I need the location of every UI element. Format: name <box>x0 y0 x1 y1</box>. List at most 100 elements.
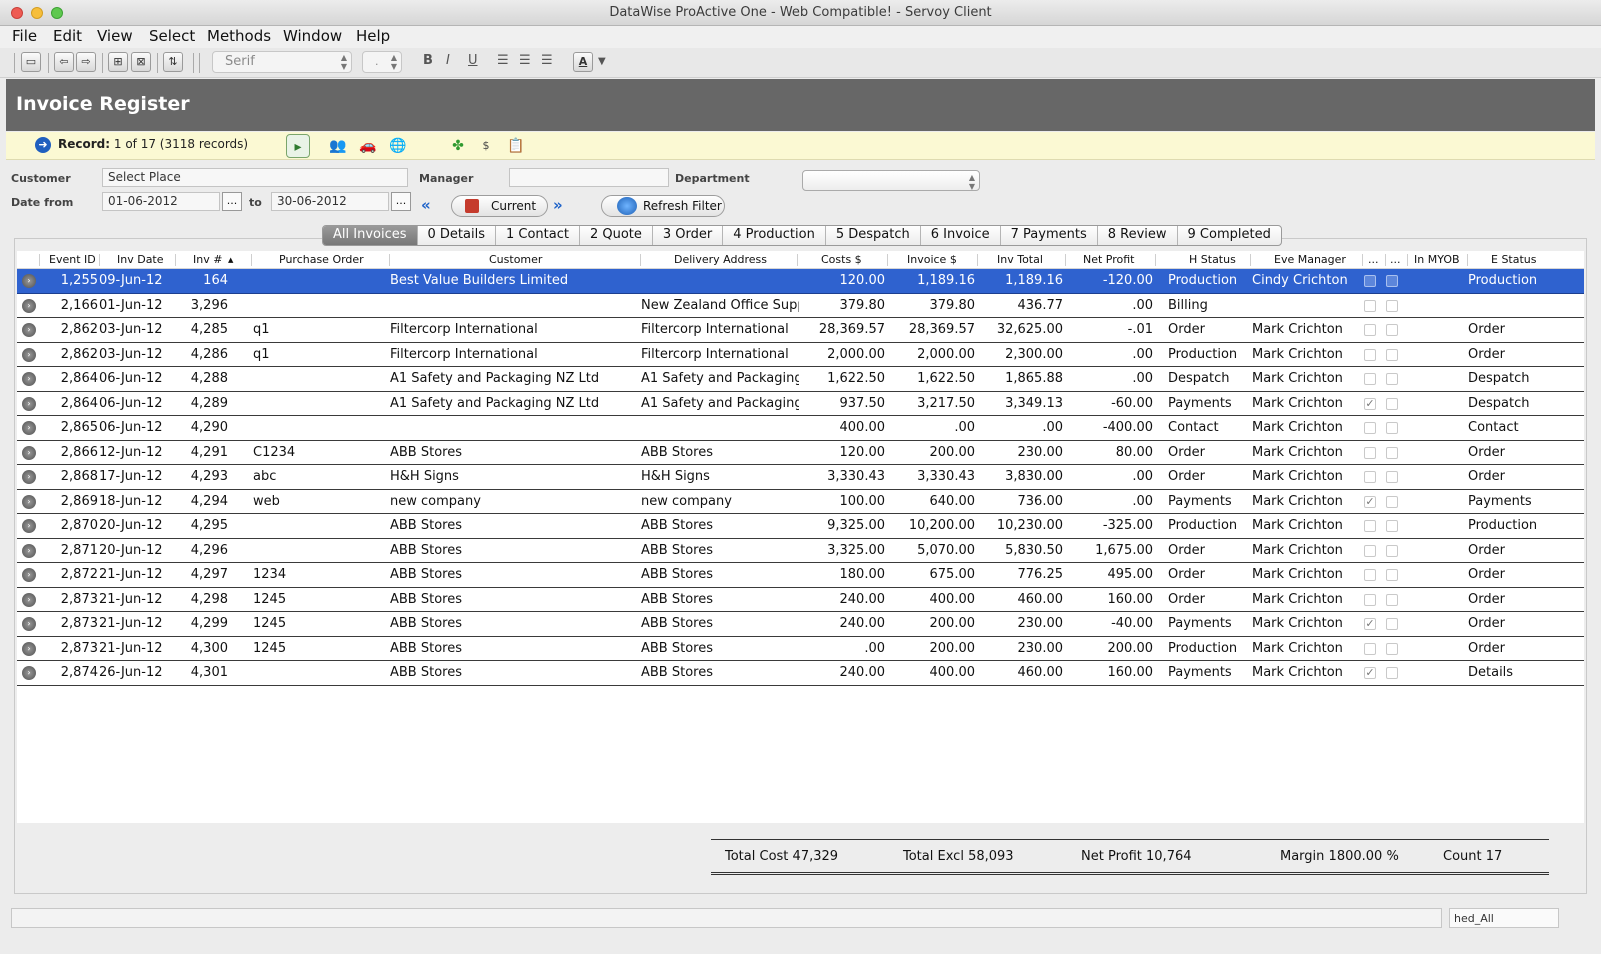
tab-invoice[interactable]: 6 Invoice <box>921 226 1001 245</box>
customer-field[interactable]: Select Place <box>102 168 408 187</box>
row-checkbox[interactable] <box>1364 299 1376 312</box>
row-checkbox[interactable] <box>1364 422 1376 434</box>
align-left-icon[interactable]: ☰ <box>497 53 509 68</box>
menu-methods[interactable]: Methods <box>207 27 271 45</box>
row-open-icon[interactable]: › <box>22 470 36 484</box>
font-family-select[interactable]: Serif ▲ ▼ <box>212 51 352 73</box>
col-costs[interactable]: Costs $ <box>821 253 862 266</box>
tab-contact[interactable]: 1 Contact <box>496 226 580 245</box>
align-center-icon[interactable]: ☰ <box>519 53 531 68</box>
row-open-icon[interactable]: › <box>22 494 36 509</box>
font-size-select[interactable]: . ▲ ▼ <box>362 51 402 73</box>
menu-edit[interactable]: Edit <box>53 27 82 45</box>
current-button[interactable]: Current <box>451 195 548 217</box>
menu-select[interactable]: Select <box>149 27 195 45</box>
row-checkbox[interactable] <box>1386 348 1398 361</box>
row-open-icon[interactable]: › <box>22 298 36 313</box>
table-row[interactable]: › 2,866 12-Jun-12 4,291 C1234 ABB Stores ABB S… <box>17 441 1584 465</box>
row-checkbox[interactable] <box>1386 569 1398 581</box>
row-checkbox[interactable] <box>1386 642 1398 655</box>
tab-production[interactable]: 4 Production <box>723 226 826 245</box>
row-checkbox[interactable] <box>1364 324 1376 336</box>
table-row[interactable]: › 2,864 06-Jun-12 4,289 A1 Safety and Packag… <box>17 392 1584 416</box>
row-checkbox[interactable] <box>1364 446 1376 459</box>
tab-order[interactable]: 3 Order <box>653 226 724 245</box>
table-row[interactable]: › 2,873 21-Jun-12 4,300 1245 ABB Stores ABB St… <box>17 637 1584 661</box>
row-checkbox[interactable] <box>1386 667 1398 679</box>
globe-icon[interactable]: 🌐 <box>386 134 410 158</box>
delete-record-icon[interactable]: ⊠ <box>131 52 151 72</box>
col-purchase-order[interactable]: Purchase Order <box>279 253 364 266</box>
forward-arrow-icon[interactable]: ⇨ <box>76 52 96 72</box>
row-checkbox[interactable] <box>1386 593 1398 606</box>
col-event-id[interactable]: Event ID <box>49 253 96 266</box>
row-open-icon[interactable]: › <box>22 568 36 582</box>
sort-icon[interactable]: ⇅ <box>163 52 183 72</box>
row-open-icon[interactable]: › <box>22 347 36 362</box>
col-flag-1[interactable]: ... <box>1368 253 1379 266</box>
table-row[interactable]: › 2,870 20-Jun-12 4,295 ABB Stores ABB Stores… <box>17 514 1584 539</box>
col-invoice[interactable]: Invoice $ <box>907 253 957 266</box>
row-open-icon[interactable]: › <box>22 592 36 607</box>
table-row[interactable]: › 2,862 03-Jun-12 4,285 q1 Filtercorp Interna… <box>17 318 1584 343</box>
row-checkbox[interactable] <box>1386 397 1398 410</box>
row-open-icon[interactable]: › <box>22 445 36 460</box>
date-from-field[interactable]: 01-06-2012 <box>102 192 220 211</box>
text-color-dropdown-icon[interactable]: ▼ <box>598 56 606 67</box>
italic-button[interactable]: I <box>446 53 450 68</box>
table-row[interactable]: › 2,873 21-Jun-12 4,299 1245 ABB Stores ABB St… <box>17 612 1584 637</box>
row-open-icon[interactable]: › <box>22 421 36 435</box>
row-checkbox[interactable] <box>1386 618 1398 630</box>
row-open-icon[interactable]: › <box>22 323 36 337</box>
col-inv-no[interactable]: Inv # <box>193 253 222 266</box>
table-row[interactable]: › 2,864 06-Jun-12 4,288 A1 Safety and Packag… <box>17 367 1584 392</box>
row-checkbox[interactable] <box>1364 275 1376 287</box>
back-arrow-icon[interactable]: ⇦ <box>54 52 74 72</box>
tab-despatch[interactable]: 5 Despatch <box>826 226 921 245</box>
bold-button[interactable]: B <box>423 53 433 68</box>
tab-details[interactable]: 0 Details <box>418 226 496 245</box>
puzzle-icon[interactable]: ✤ <box>446 134 470 158</box>
row-checkbox[interactable] <box>1386 471 1398 483</box>
menu-view[interactable]: View <box>97 27 133 45</box>
col-customer[interactable]: Customer <box>489 253 542 266</box>
row-checkbox[interactable] <box>1364 593 1376 606</box>
text-color-button[interactable]: A <box>573 52 593 72</box>
table-row[interactable]: › 2,871 20-Jun-12 4,296 ABB Stores ABB Stores… <box>17 539 1584 563</box>
table-row[interactable]: › 1,255 09-Jun-12 164 Best Value Builders Li… <box>17 269 1584 294</box>
row-checkbox[interactable] <box>1364 471 1376 483</box>
menu-window[interactable]: Window <box>283 27 342 45</box>
row-checkbox[interactable] <box>1386 373 1398 385</box>
col-delivery-address[interactable]: Delivery Address <box>674 253 767 266</box>
row-checkbox[interactable] <box>1386 495 1398 508</box>
col-net-profit[interactable]: Net Profit <box>1083 253 1135 266</box>
row-checkbox[interactable] <box>1386 275 1398 287</box>
table-row[interactable]: › 2,872 21-Jun-12 4,297 1234 ABB Stores ABB St… <box>17 563 1584 588</box>
export-icon[interactable]: ▸ <box>286 134 310 158</box>
table-row[interactable]: › 2,868 17-Jun-12 4,293 abc H&H Signs H&H Sign… <box>17 465 1584 490</box>
row-checkbox[interactable] <box>1364 520 1376 532</box>
date-to-picker-button[interactable]: ... <box>391 192 411 211</box>
row-checkbox[interactable] <box>1386 422 1398 434</box>
date-from-picker-button[interactable]: ... <box>222 192 242 211</box>
col-inv-date[interactable]: Inv Date <box>117 253 164 266</box>
invoice-icon[interactable]: $ <box>474 134 498 158</box>
row-checkbox[interactable]: ✓ <box>1364 667 1376 679</box>
menu-file[interactable]: File <box>12 27 37 45</box>
table-row[interactable]: › 2,865 06-Jun-12 4,290 400.00 .00 .00 -400.00 C… <box>17 416 1584 441</box>
table-row[interactable]: › 2,874 26-Jun-12 4,301 ABB Stores ABB Stores… <box>17 661 1584 686</box>
tab-completed[interactable]: 9 Completed <box>1178 226 1281 245</box>
col-inv-total[interactable]: Inv Total <box>997 253 1043 266</box>
col-e-status[interactable]: E Status <box>1491 253 1537 266</box>
col-in-myob[interactable]: In MYOB <box>1414 253 1460 266</box>
row-checkbox[interactable] <box>1386 544 1398 557</box>
clipboard-icon[interactable]: 📋 <box>504 134 528 158</box>
table-row[interactable]: › 2,862 03-Jun-12 4,286 q1 Filtercorp Interna… <box>17 343 1584 367</box>
next-period-icon[interactable]: » <box>553 196 563 214</box>
tab-all-invoices[interactable]: All Invoices <box>323 226 418 245</box>
open-folder-icon[interactable]: ▭ <box>21 52 41 72</box>
row-open-icon[interactable]: › <box>22 274 36 288</box>
row-open-icon[interactable]: › <box>22 372 36 386</box>
row-checkbox[interactable] <box>1364 373 1376 385</box>
row-checkbox[interactable] <box>1364 642 1376 655</box>
